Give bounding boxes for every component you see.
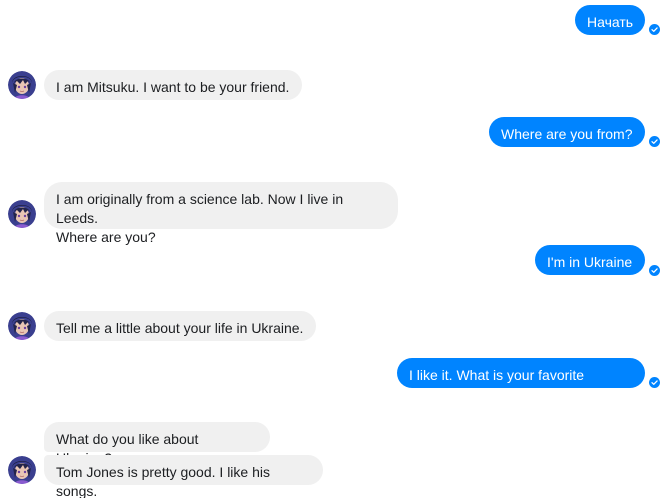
delivered-check-icon xyxy=(649,265,660,276)
outgoing-message: Начать xyxy=(575,5,645,35)
incoming-message: What do you like about Ukraine? xyxy=(44,422,270,466)
bot-avatar[interactable] xyxy=(8,312,36,340)
incoming-message: I am Mitsuku. I want to be your friend. xyxy=(44,70,302,100)
delivered-check-icon xyxy=(649,377,660,388)
incoming-message: Tell me a little about your life in Ukra… xyxy=(44,311,316,341)
delivered-check-icon xyxy=(649,136,660,147)
bot-avatar[interactable] xyxy=(8,456,36,484)
outgoing-message: I'm in Ukraine xyxy=(535,245,645,275)
outgoing-message: Where are you from? xyxy=(489,117,645,147)
incoming-message: I am originally from a science lab. Now … xyxy=(44,182,398,245)
incoming-message: Tom Jones is pretty good. I like his son… xyxy=(44,455,323,498)
chat-thread: Начать I am Mitsuku. I want to be your f… xyxy=(0,0,668,498)
bot-avatar[interactable] xyxy=(8,200,36,228)
bot-avatar[interactable] xyxy=(8,71,36,99)
delivered-check-icon xyxy=(649,24,660,35)
outgoing-message: I like it. What is your favorite singer? xyxy=(397,358,645,402)
